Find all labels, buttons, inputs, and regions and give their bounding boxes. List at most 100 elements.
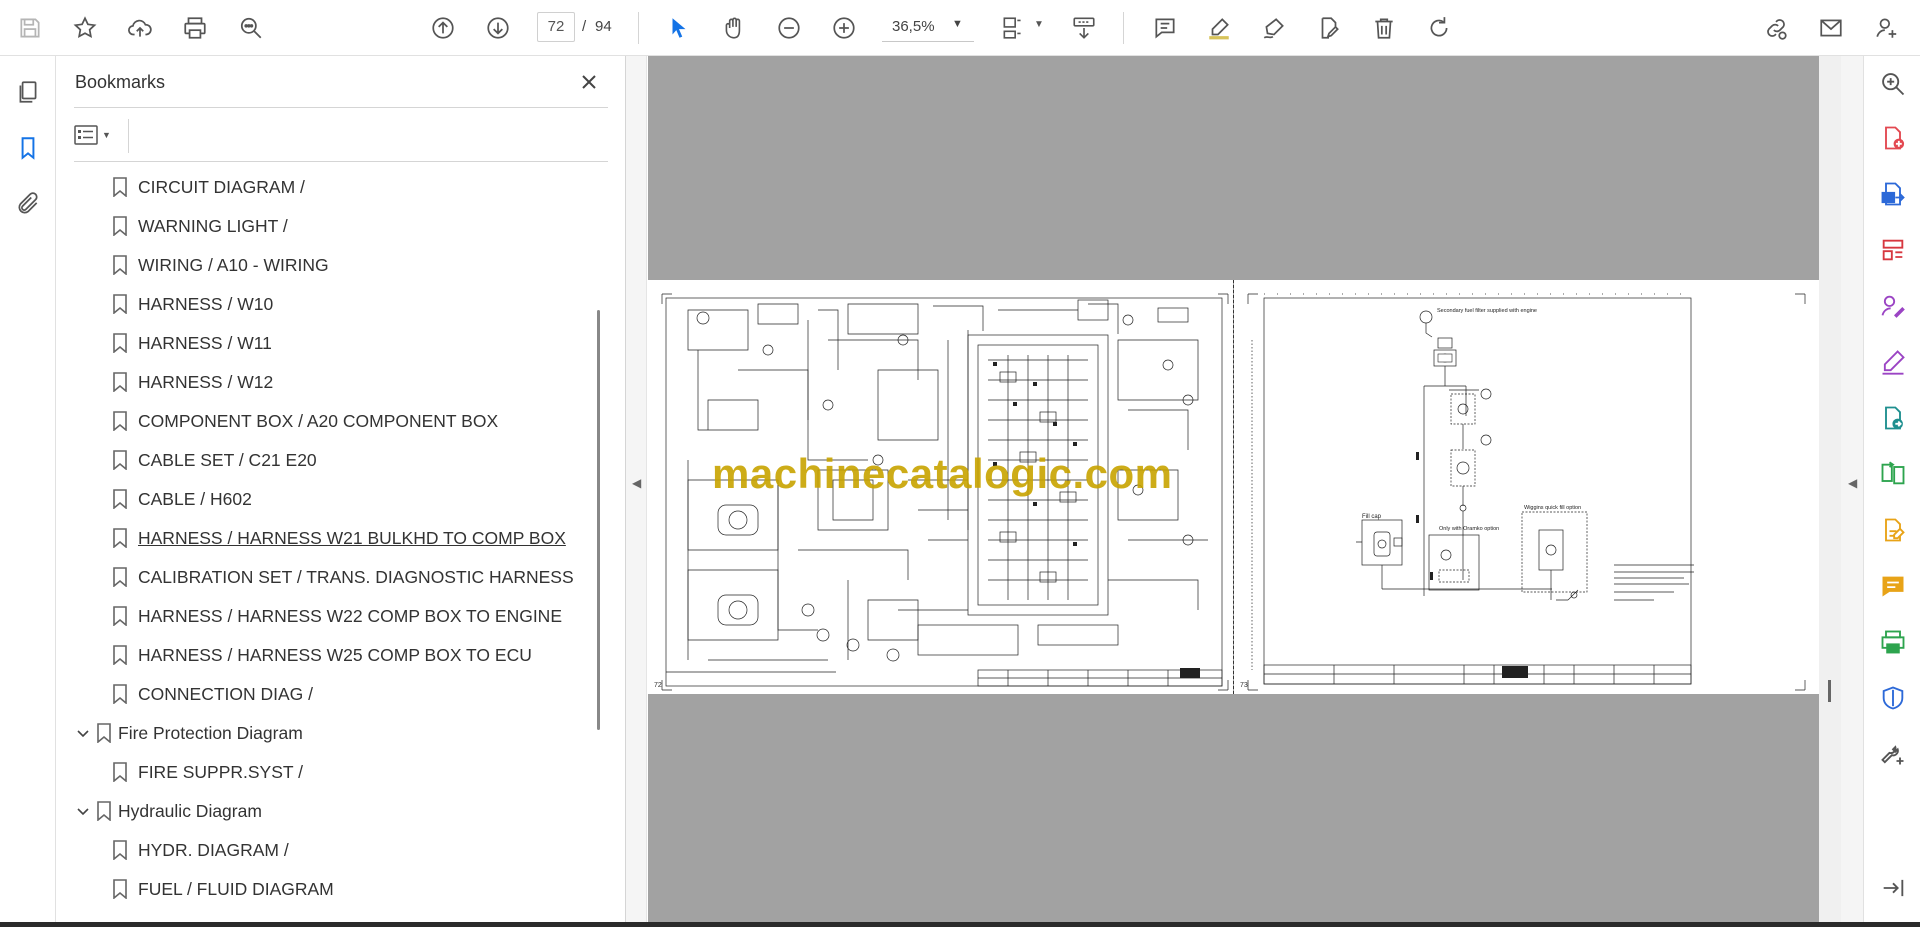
comment-tool-icon[interactable]	[1873, 566, 1913, 606]
delete-trash-icon[interactable]	[1364, 8, 1404, 48]
create-pdf-icon[interactable]	[1873, 118, 1913, 158]
close-icon[interactable]	[573, 66, 605, 98]
upload-cloud-icon[interactable]	[120, 8, 160, 48]
bookmark-options-button[interactable]: ▼	[74, 120, 124, 150]
document-scrollbar[interactable]	[1819, 56, 1841, 922]
hand-tool-icon[interactable]	[714, 8, 754, 48]
bookmarks-icon[interactable]	[8, 128, 48, 168]
list-options-icon	[74, 125, 98, 145]
more-tools-icon[interactable]	[1873, 734, 1913, 774]
right-page-number: 73	[1240, 682, 1248, 689]
bookmark-item[interactable]: HARNESS / W10	[74, 285, 594, 324]
comment-icon[interactable]	[1145, 8, 1185, 48]
bookmarks-panel: Bookmarks ▼ CIRCUIT DIAGRAM / WARNING LIG…	[56, 56, 626, 922]
watermark-text: machinecatalogic.com	[712, 450, 1173, 497]
export-pdf-icon[interactable]	[1873, 174, 1913, 214]
page-number-input[interactable]: 72	[537, 12, 575, 42]
next-page-icon[interactable]	[478, 8, 518, 48]
previous-page-icon[interactable]	[423, 8, 463, 48]
zoom-tool-icon[interactable]	[1873, 64, 1913, 104]
edit-document-icon[interactable]	[1309, 8, 1349, 48]
bookmark-icon	[112, 605, 130, 628]
zoom-search-icon[interactable]	[231, 8, 271, 48]
page-thumbnails-icon[interactable]	[8, 72, 48, 112]
bookmark-item[interactable]: CALIBRATION SET / TRANS. DIAGNOSTIC HARN…	[74, 558, 594, 597]
bookmark-label: COMPONENT BOX / A20 COMPONENT BOX	[138, 411, 499, 431]
chevron-down-icon[interactable]	[74, 725, 92, 743]
draw-pen-icon[interactable]	[1254, 8, 1294, 48]
email-icon[interactable]	[1811, 8, 1851, 48]
attachment-paperclip-icon[interactable]	[8, 184, 48, 224]
panel-divider	[74, 107, 608, 108]
bookmark-icon	[112, 254, 130, 277]
bookmark-item[interactable]: Fire Protection Diagram	[74, 714, 594, 753]
bookmark-item[interactable]: HARNESS / W12	[74, 363, 594, 402]
rotate-icon[interactable]	[1419, 8, 1459, 48]
print-icon[interactable]	[175, 8, 215, 48]
bookmark-icon	[112, 644, 130, 667]
bookmark-item[interactable]: FUEL / FLUID DIAGRAM	[74, 870, 594, 909]
left-page-number: 72	[654, 682, 662, 689]
fill-sign-icon[interactable]	[1873, 342, 1913, 382]
bookmark-item[interactable]: FIRE SUPPR.SYST /	[74, 753, 594, 792]
bookmark-item[interactable]: COMPONENT BOX / A20 COMPONENT BOX	[74, 402, 594, 441]
page-separator: /	[582, 18, 587, 35]
bookmark-item[interactable]: WARNING LIGHT /	[74, 207, 594, 246]
tools-rail	[1863, 56, 1920, 922]
compare-files-icon[interactable]	[1873, 454, 1913, 494]
collapse-left-icon[interactable]: ◀	[632, 476, 641, 490]
bookmark-icon	[96, 800, 114, 823]
zoom-out-icon[interactable]	[769, 8, 809, 48]
share-link-icon[interactable]	[1756, 8, 1796, 48]
bookmark-label: HARNESS / HARNESS W22 COMP BOX TO ENGINE	[138, 606, 562, 626]
bookmark-icon	[112, 410, 130, 433]
bookmark-item[interactable]: HARNESS / W11	[74, 324, 594, 363]
bookmark-item[interactable]: HARNESS / HARNESS W25 COMP BOX TO ECU	[74, 636, 594, 675]
collapse-tools-icon[interactable]	[1873, 868, 1913, 908]
scroll-mode-icon[interactable]	[1064, 8, 1104, 48]
document-scroll-thumb[interactable]	[1828, 680, 1831, 702]
bookmark-item[interactable]: Hydraulic Diagram	[74, 792, 594, 831]
bookmark-icon	[112, 566, 130, 589]
zoom-dropdown[interactable]: 36,5% ▼	[882, 12, 974, 42]
bookmark-item[interactable]: CABLE SET / C21 E20	[74, 441, 594, 480]
edit-pdf-icon[interactable]	[1873, 510, 1913, 550]
bookmarks-scrollbar[interactable]	[593, 168, 605, 918]
bookmark-icon	[112, 488, 130, 511]
bookmark-item[interactable]: WIRING / A10 - WIRING	[74, 246, 594, 285]
print-production-icon[interactable]	[1873, 622, 1913, 662]
protect-shield-icon[interactable]	[1873, 678, 1913, 718]
panel-divider	[128, 119, 129, 153]
request-signature-icon[interactable]	[1873, 286, 1913, 326]
document-canvas[interactable]: 72 Secondary fuel filter supplied with e…	[648, 56, 1841, 922]
chevron-down-icon[interactable]: ▼	[1034, 19, 1044, 30]
page-fit-icon[interactable]	[993, 8, 1033, 48]
star-icon[interactable]	[65, 8, 105, 48]
send-for-review-icon[interactable]	[1873, 398, 1913, 438]
bookmark-item[interactable]: HARNESS / HARNESS W22 COMP BOX TO ENGINE	[74, 597, 594, 636]
bookmark-icon	[112, 839, 130, 862]
bookmark-label: CALIBRATION SET / TRANS. DIAGNOSTIC HARN…	[138, 567, 574, 587]
zoom-in-icon[interactable]	[824, 8, 864, 48]
bookmarks-scroll-thumb[interactable]	[597, 310, 600, 730]
chevron-down-icon[interactable]	[74, 803, 92, 821]
panel-splitter[interactable]: ◀	[626, 56, 647, 922]
bookmark-label: FUEL / FLUID DIAGRAM	[138, 879, 334, 899]
right-panel-toggle[interactable]: ◀	[1841, 56, 1863, 922]
highlight-pen-icon[interactable]	[1199, 8, 1239, 48]
bookmark-icon	[112, 215, 130, 238]
bookmark-item[interactable]: HYDR. DIAGRAM /	[74, 831, 594, 870]
bookmark-icon	[112, 176, 130, 199]
select-cursor-icon[interactable]	[659, 8, 699, 48]
bookmark-icon	[112, 449, 130, 472]
organize-pages-icon[interactable]	[1873, 230, 1913, 270]
save-icon[interactable]	[10, 8, 50, 48]
bookmark-icon	[112, 371, 130, 394]
bookmark-item[interactable]: CIRCUIT DIAGRAM /	[74, 168, 594, 207]
expand-right-panel-icon[interactable]: ◀	[1848, 476, 1857, 490]
bookmark-item[interactable]: HARNESS / HARNESS W21 BULKHD TO COMP BOX	[74, 519, 594, 558]
bookmark-item[interactable]: CABLE / H602	[74, 480, 594, 519]
bookmark-item[interactable]: CONNECTION DIAG /	[74, 675, 594, 714]
oramko-label: Only with Oramko option	[1439, 526, 1499, 532]
add-user-icon[interactable]	[1867, 8, 1907, 48]
